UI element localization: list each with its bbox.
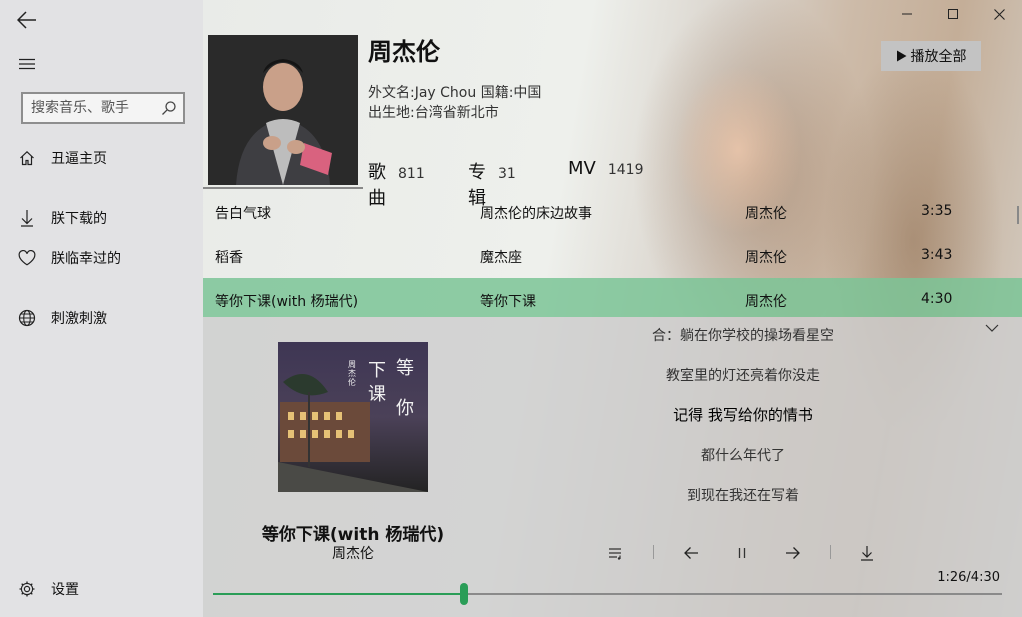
songs-count: 811 xyxy=(398,166,425,182)
sidebar-item-settings[interactable]: 设置 xyxy=(0,571,203,607)
chevron-down-icon xyxy=(985,324,999,332)
back-arrow-icon xyxy=(17,11,36,29)
next-arrow-icon xyxy=(786,547,800,559)
song-list-scrollbar[interactable] xyxy=(1017,206,1019,224)
playback-time: 1:26/4:30 xyxy=(937,570,1000,585)
progress-fill xyxy=(213,593,464,595)
song-title: 等你下课(with 杨瑞代) xyxy=(215,294,359,310)
song-album: 魔杰座 xyxy=(480,250,522,266)
heart-icon xyxy=(18,249,36,267)
artist-foreign-name: 外文名:Jay Chou 国籍:中国 xyxy=(368,85,542,101)
tab-mv[interactable]: MV 1419 xyxy=(568,158,643,179)
collapse-player-button[interactable] xyxy=(982,320,1002,336)
song-row[interactable]: 稻香 魔杰座 周杰伦 3:43 xyxy=(203,234,1022,278)
song-artist: 周杰伦 xyxy=(745,250,787,266)
maximize-button[interactable] xyxy=(930,0,976,28)
lyric-line: 到现在我还在写着 xyxy=(687,488,799,504)
previous-button[interactable] xyxy=(679,542,703,564)
search-box[interactable] xyxy=(21,92,185,124)
home-icon xyxy=(18,149,36,167)
artist-name: 周杰伦 xyxy=(368,38,440,66)
lyric-line: 合：躺在你学校的操场看星空 xyxy=(652,328,834,344)
pause-icon xyxy=(738,548,746,558)
playlist-icon xyxy=(609,548,621,560)
song-list: 告白气球 周杰伦的床边故事 周杰伦 3:35 稻香 魔杰座 周杰伦 3:43 等… xyxy=(203,190,1022,317)
window-controls xyxy=(884,0,1022,28)
song-artist: 周杰伦 xyxy=(745,294,787,310)
artist-birthplace: 出生地:台湾省新北市 xyxy=(368,105,499,121)
close-icon xyxy=(993,8,1005,20)
settings-label: 设置 xyxy=(51,582,79,598)
lyric-line: 教室里的灯还亮着你没走 xyxy=(666,368,820,384)
mv-count: 1419 xyxy=(607,162,644,178)
play-all-button[interactable]: 播放全部 xyxy=(881,41,981,71)
lyric-line: 都什么年代了 xyxy=(701,448,785,464)
hamburger-menu-button[interactable] xyxy=(15,52,39,76)
search-input[interactable] xyxy=(31,98,155,118)
next-button[interactable] xyxy=(781,542,805,564)
artist-photo xyxy=(208,35,358,185)
now-playing-title: 等你下课(with 杨瑞代) xyxy=(261,525,445,545)
cover-artist-text: 周杰伦 xyxy=(348,360,356,387)
cover-title-char: 等 xyxy=(396,358,414,379)
album-cover: 周杰伦 下 课 等 你 xyxy=(278,342,428,492)
now-playing-panel: 周杰伦 下 课 等 你 等你下课(with 杨瑞代) 周杰伦 合：躺在你学校的操… xyxy=(203,317,1022,617)
minimize-button[interactable] xyxy=(884,0,930,28)
song-duration: 4:30 xyxy=(921,291,953,307)
play-icon xyxy=(896,50,906,62)
playlist-button[interactable] xyxy=(604,542,628,564)
song-album: 周杰伦的床边故事 xyxy=(480,206,592,222)
gear-icon xyxy=(18,580,36,598)
cover-title-char: 你 xyxy=(396,398,414,419)
song-artist: 周杰伦 xyxy=(745,206,787,222)
cover-title-char: 课 xyxy=(368,384,386,405)
control-separator xyxy=(830,545,831,559)
previous-arrow-icon xyxy=(684,547,698,559)
back-button[interactable] xyxy=(15,8,39,32)
song-title: 告白气球 xyxy=(215,206,271,222)
tab-underline xyxy=(203,187,363,189)
progress-thumb[interactable] xyxy=(459,583,468,605)
sidebar-item-explore[interactable]: 刺激刺激 xyxy=(0,300,203,336)
now-playing-artist: 周杰伦 xyxy=(332,546,374,562)
sidebar-item-favorites[interactable]: 朕临幸过的 xyxy=(0,240,203,276)
sidebar-item-label: 朕下载的 xyxy=(51,211,107,227)
hamburger-icon xyxy=(19,58,35,70)
minimize-icon xyxy=(902,13,912,15)
song-duration: 3:43 xyxy=(921,247,953,263)
sidebar-item-label: 丑逼主页 xyxy=(51,151,107,167)
search-icon[interactable] xyxy=(161,100,177,116)
download-icon xyxy=(18,209,36,227)
song-row-playing[interactable]: 等你下课(with 杨瑞代) 等你下课 周杰伦 4:30 xyxy=(203,278,1022,317)
song-duration: 3:35 xyxy=(921,203,953,219)
download-song-button[interactable] xyxy=(855,542,879,564)
song-title: 稻香 xyxy=(215,250,243,266)
close-button[interactable] xyxy=(976,0,1022,28)
download-icon xyxy=(861,546,873,561)
pause-button[interactable] xyxy=(730,542,754,564)
albums-count: 31 xyxy=(498,166,516,182)
progress-slider[interactable] xyxy=(213,583,1002,605)
main-content: 周杰伦 外文名:Jay Chou 国籍:中国 出生地:台湾省新北市 播放全部 歌… xyxy=(203,0,1022,617)
play-all-label: 播放全部 xyxy=(910,49,967,65)
sidebar: 丑逼主页 朕下载的 朕临幸过的 刺激刺激 设置 xyxy=(0,0,203,617)
sidebar-item-label: 刺激刺激 xyxy=(51,311,107,327)
sidebar-item-home[interactable]: 丑逼主页 xyxy=(0,140,203,176)
song-row[interactable]: 告白气球 周杰伦的床边故事 周杰伦 3:35 xyxy=(203,190,1022,234)
mv-label: MV xyxy=(568,158,596,179)
sidebar-item-label: 朕临幸过的 xyxy=(51,251,121,267)
sidebar-item-downloads[interactable]: 朕下载的 xyxy=(0,200,203,236)
maximize-icon xyxy=(948,9,958,19)
lyric-line-current: 记得 我写给你的情书 xyxy=(673,406,813,424)
globe-icon xyxy=(18,309,36,327)
song-album: 等你下课 xyxy=(480,294,536,310)
control-separator xyxy=(653,545,654,559)
cover-title-char: 下 xyxy=(368,360,386,381)
